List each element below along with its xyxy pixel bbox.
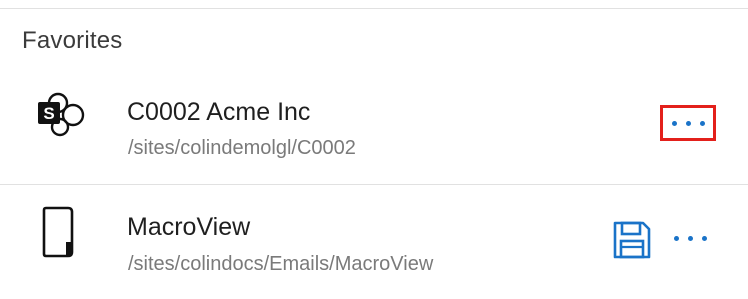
- save-button[interactable]: [612, 220, 652, 260]
- more-dot: [673, 235, 679, 241]
- svg-text:S: S: [43, 104, 54, 123]
- favorites-panel: Favorites S C0002 Acme Inc /sites/colind…: [0, 0, 748, 299]
- favorites-header: Favorites: [22, 27, 123, 54]
- row-divider: [0, 184, 748, 185]
- more-dot: [701, 235, 707, 241]
- more-options-button[interactable]: [662, 219, 718, 257]
- favorite-item-path: /sites/colindocs/Emails/MacroView: [128, 253, 434, 275]
- more-options-button[interactable]: [660, 105, 716, 141]
- save-icon: [613, 221, 651, 259]
- sharepoint-site-icon: S: [36, 88, 88, 140]
- more-dot: [685, 120, 691, 126]
- top-divider: [0, 8, 748, 9]
- favorite-item-macroview[interactable]: MacroView /sites/colindocs/Emails/MacroV…: [0, 186, 748, 298]
- favorite-item-path: /sites/colindemolgl/C0002: [128, 137, 356, 159]
- more-dot: [687, 235, 693, 241]
- favorite-item-c0002[interactable]: S C0002 Acme Inc /sites/colindemolgl/C00…: [0, 72, 748, 184]
- more-dot: [699, 120, 705, 126]
- document-library-icon: [38, 206, 90, 258]
- favorite-item-title: MacroView: [127, 213, 251, 241]
- favorite-item-title: C0002 Acme Inc: [127, 98, 311, 126]
- more-dot: [671, 120, 677, 126]
